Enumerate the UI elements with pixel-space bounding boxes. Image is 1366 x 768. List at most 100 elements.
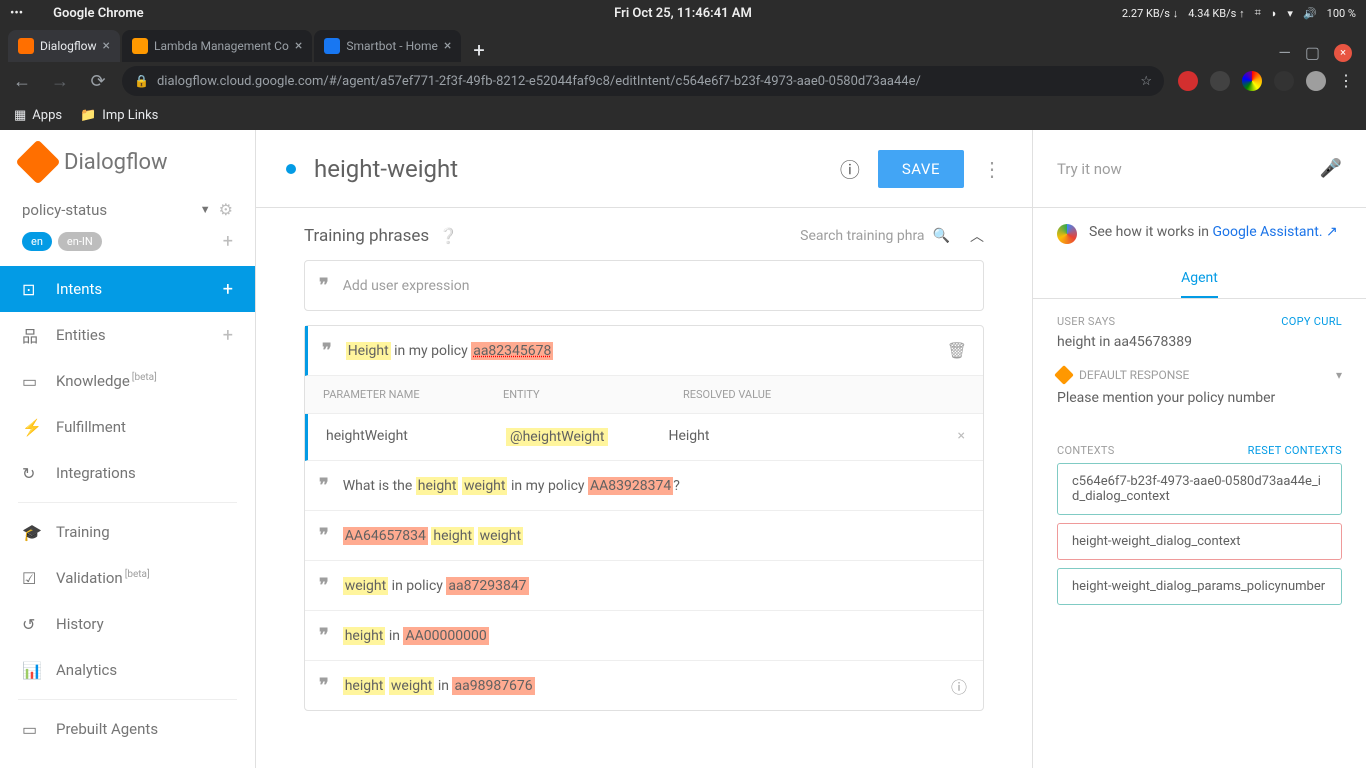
window-maximize-icon[interactable]: ▢ [1305,43,1320,62]
param-row[interactable]: heightWeight @heightWeight Height × [305,414,983,461]
window-minimize-icon[interactable]: — [1278,43,1291,62]
sidebar-item-intents[interactable]: ⊡ Intents + [0,266,255,312]
tab-close-icon[interactable]: × [444,38,451,54]
assistant-link[interactable]: Google Assistant. [1212,224,1322,240]
context-chip[interactable]: c564e6f7-b23f-4973-aae0-0580d73aa44e_id_… [1057,463,1342,515]
result-tabs: Agent [1033,260,1366,299]
profile-avatar[interactable] [1306,71,1326,91]
extension-icon[interactable] [1178,71,1198,91]
sidebar-item-prebuilt[interactable]: ▭ Prebuilt Agents [0,706,255,752]
add-language-button[interactable]: + [223,231,233,252]
user-says-value: height in aa45678389 [1057,334,1342,350]
intent-name-input[interactable]: height-weight [314,155,458,183]
training-phrase[interactable]: ❞ What is the height weight in my policy… [305,461,983,511]
sidebar-item-entities[interactable]: 品 Entities + [0,312,255,358]
collapse-icon[interactable]: ︿ [970,226,984,246]
agent-selector[interactable]: policy-status ▼ ⚙ [0,194,255,231]
slack-icon[interactable]: ⌗ [1255,6,1261,20]
activities-menu[interactable]: ••• [10,6,23,21]
knowledge-icon: ▭ [22,372,42,391]
search-training-input[interactable]: Search training phra [800,228,924,244]
training-icon: 🎓 [22,523,42,542]
tab-lambda[interactable]: Lambda Management Co × [122,30,312,62]
wifi-icon[interactable]: ▾ [1287,7,1293,20]
back-button[interactable]: ← [8,71,36,92]
mic-icon[interactable]: 🎤 [1320,158,1342,179]
context-chip[interactable]: height-weight_dialog_context [1057,523,1342,560]
chrome-menu-icon[interactable]: ⋮ [1338,71,1354,91]
folder-icon: 📁 [80,108,96,123]
star-icon[interactable]: ☆ [1140,74,1152,89]
training-phrase[interactable]: ❞ height in AA00000000 [305,611,983,661]
sidebar-item-analytics[interactable]: 📊 Analytics [0,647,255,693]
response-source[interactable]: DEFAULT RESPONSE ▾ [1057,368,1342,382]
more-menu-icon[interactable]: ⋮ [982,157,1002,181]
external-link-icon[interactable]: ↗ [1326,224,1338,240]
bookmark-folder[interactable]: 📁 Imp Links [80,108,158,123]
dnd-icon[interactable]: ◗ [1271,7,1278,20]
warning-icon[interactable]: ⓘ [951,674,967,698]
extension-icon[interactable] [1210,71,1230,91]
try-it-input[interactable]: Try it now [1057,160,1122,178]
logo[interactable]: Dialogflow [0,130,255,194]
training-phrase[interactable]: ❞ Height in my policy aa82345678 🗑 [305,326,983,376]
reload-button[interactable]: ⟳ [84,71,112,92]
tab-smartbot[interactable]: Smartbot - Home × [314,30,461,62]
help-icon[interactable]: ❔ [439,227,458,245]
gear-icon[interactable]: ⚙ [219,200,233,219]
quote-icon: ❞ [319,275,329,296]
extension-icon[interactable] [1242,71,1262,91]
tab-close-icon[interactable]: × [295,38,302,54]
lang-pill[interactable]: en [22,232,52,251]
add-phrase-box[interactable]: ❞ Add user expression [304,260,984,311]
sidebar-item-label: History [56,615,104,633]
save-button[interactable]: SAVE [878,150,964,188]
context-chip[interactable]: height-weight_dialog_params_policynumber [1057,568,1342,605]
training-phrase[interactable]: ❞ AA64657834 height weight [305,511,983,561]
add-intent-button[interactable]: + [223,279,233,300]
intent-header: height-weight ⓘ SAVE ⋮ [256,130,1032,208]
training-phrase[interactable]: ❞ weight in policy aa87293847 [305,561,983,611]
sidebar-item-knowledge[interactable]: ▭ Knowledge[beta] [0,358,255,404]
sidebar-item-integrations[interactable]: ↻ Integrations [0,450,255,496]
training-phrases-list: ❞ Height in my policy aa82345678 🗑 PARAM… [304,325,984,711]
os-top-bar: ••• Google Chrome Fri Oct 25, 11:46:41 A… [0,0,1366,26]
battery-icon[interactable]: 100 % [1327,7,1356,20]
facebook-favicon [324,38,340,54]
error-icon[interactable]: ⓘ [840,154,860,183]
volume-icon[interactable]: 🔊 [1303,7,1317,20]
extension-icon[interactable] [1274,71,1294,91]
response-icon [1054,365,1074,385]
reset-contexts-button[interactable]: RESET CONTEXTS [1248,444,1342,457]
tab-dialogflow[interactable]: Dialogflow × [8,30,120,62]
sidebar-item-fulfillment[interactable]: ⚡ Fulfillment [0,404,255,450]
remove-param-icon[interactable]: × [958,428,965,446]
intents-icon: ⊡ [22,280,42,299]
forward-button[interactable]: → [46,71,74,92]
assistant-icon [1057,224,1077,244]
param-name: heightWeight [326,428,506,446]
tab-agent[interactable]: Agent [1181,260,1218,298]
lang-pill[interactable]: en-IN [58,232,102,251]
sidebar-item-history[interactable]: ↺ History [0,601,255,647]
contexts-label: CONTEXTS [1057,444,1115,457]
training-phrase[interactable]: ❞ height weight in aa98987676 ⓘ [305,661,983,710]
sidebar-item-training[interactable]: 🎓 Training [0,509,255,555]
sidebar-item-label: Entities [56,326,106,344]
sidebar-item-validation[interactable]: ☑ Validation[beta] [0,555,255,601]
new-tab-button[interactable]: + [463,38,494,62]
delete-icon[interactable]: 🗑 [947,341,967,360]
param-header: PARAMETER NAME ENTITY RESOLVED VALUE [305,376,983,414]
window-close-icon[interactable]: × [1334,44,1352,62]
omnibox[interactable]: 🔒 dialogflow.cloud.google.com/#/agent/a5… [122,66,1164,96]
search-icon[interactable]: 🔍 [933,228,950,244]
tab-close-icon[interactable]: × [103,38,110,54]
net-down: 2.27 KB/s ↓ [1122,7,1178,20]
copy-curl-button[interactable]: COPY CURL [1281,315,1342,328]
add-entity-button[interactable]: + [223,325,233,346]
tab-label: Lambda Management Co [154,39,289,53]
dialogflow-logo-icon [15,139,60,184]
sidebar-item-label: Analytics [56,661,117,679]
bookmark-apps[interactable]: ▦ Apps [14,108,62,123]
sidebar-item-label: Intents [56,280,102,298]
